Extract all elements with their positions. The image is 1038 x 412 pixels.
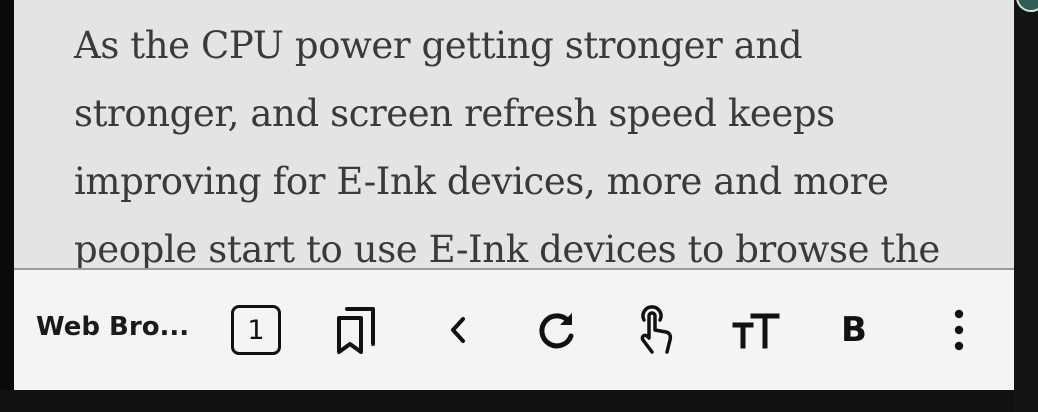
bottom-toolbar: Web Bro... 1 B [14, 270, 1014, 390]
page-content[interactable]: As the CPU power getting stronger and st… [14, 0, 1014, 270]
right-bezel [1014, 0, 1038, 412]
font-size-icon [732, 313, 780, 349]
more-vertical-icon [954, 309, 964, 351]
tab-count-icon: 1 [231, 305, 281, 355]
touch-mode-button[interactable] [626, 300, 686, 360]
tabs-button[interactable]: 1 [226, 300, 286, 360]
article-paragraph: As the CPU power getting stronger and st… [74, 24, 940, 270]
browser-window: As the CPU power getting stronger and st… [0, 0, 1038, 412]
touch-pointer-icon [640, 305, 673, 354]
app-title[interactable]: Web Bro... [36, 312, 189, 342]
bottom-bezel [0, 390, 1038, 412]
font-size-button[interactable] [726, 300, 786, 360]
chevron-left-icon [451, 317, 465, 343]
bookmarks-icon [337, 307, 375, 354]
reload-icon [539, 313, 574, 349]
more-menu-button[interactable] [929, 300, 989, 360]
bold-button[interactable]: B [824, 300, 884, 360]
reload-button[interactable] [527, 300, 587, 360]
back-button[interactable] [428, 300, 488, 360]
bold-icon: B [841, 310, 867, 350]
bookmarks-button[interactable] [327, 300, 387, 360]
